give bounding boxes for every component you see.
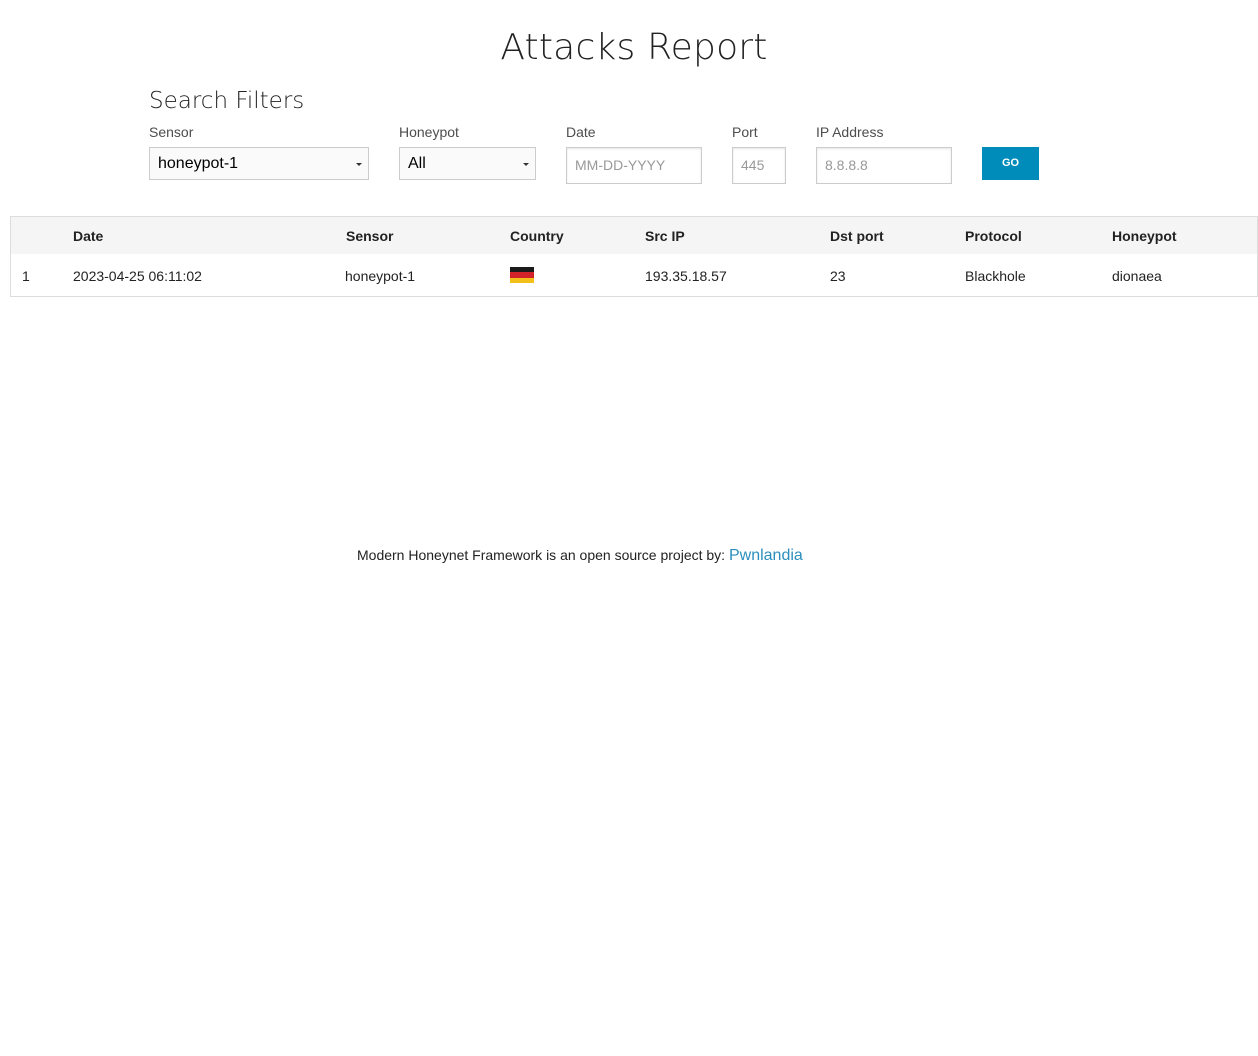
page-title: Attacks Report: [500, 27, 768, 68]
go-button[interactable]: GO: [982, 147, 1039, 180]
search-filters-heading: Search Filters: [149, 88, 305, 114]
honeypot-label: Honeypot: [399, 124, 459, 140]
row-protocol: Blackhole: [965, 268, 1026, 284]
row-sensor: honeypot-1: [345, 268, 416, 284]
sensor-label: Sensor: [149, 124, 194, 140]
sensor-select[interactable]: honeypot-1: [149, 147, 369, 180]
row-index: 1: [22, 268, 30, 284]
attacks-table: Date Sensor Country Src IP Dst port Prot…: [10, 216, 1258, 297]
column-header-honeypot[interactable]: Honeypot: [1112, 228, 1177, 244]
column-header-protocol[interactable]: Protocol: [965, 228, 1022, 244]
port-input[interactable]: 445: [732, 147, 786, 184]
ip-address-label: IP Address: [816, 124, 884, 140]
column-header-sensor[interactable]: Sensor: [346, 228, 393, 244]
chevron-down-icon: [356, 163, 362, 166]
row-dst-port: 23: [830, 268, 846, 284]
chevron-down-icon: [523, 163, 529, 166]
sensor-filter: Sensor honeypot-1: [149, 124, 369, 180]
column-header-date[interactable]: Date: [73, 228, 103, 244]
honeypot-select-value: All: [408, 155, 426, 172]
honeypot-select[interactable]: All: [399, 147, 536, 180]
port-filter: Port 445: [732, 124, 786, 184]
honeypot-filter: Honeypot All: [399, 124, 536, 180]
date-filter: Date MM-DD-YYYY: [566, 124, 702, 184]
row-src-ip: 193.35.18.57: [645, 268, 727, 284]
column-header-src-ip[interactable]: Src IP: [645, 228, 685, 244]
germany-flag-icon: [510, 267, 534, 283]
ip-filter: IP Address 8.8.8.8: [816, 124, 952, 184]
row-date: 2023-04-25 06:11:02: [73, 268, 202, 284]
footer: Modern Honeynet Framework is an open sou…: [357, 545, 803, 566]
date-label: Date: [566, 124, 596, 140]
table-header: Date Sensor Country Src IP Dst port Prot…: [11, 217, 1257, 254]
row-honeypot: dionaea: [1112, 268, 1162, 284]
column-header-dst-port[interactable]: Dst port: [830, 228, 884, 244]
date-input[interactable]: MM-DD-YYYY: [566, 147, 702, 184]
port-label: Port: [732, 124, 758, 140]
pwnlandia-link[interactable]: Pwnlandia: [729, 547, 803, 564]
sensor-select-value: honeypot-1: [158, 155, 239, 172]
footer-text: Modern Honeynet Framework is an open sou…: [357, 547, 726, 563]
column-header-country[interactable]: Country: [510, 228, 564, 244]
ip-address-input[interactable]: 8.8.8.8: [816, 147, 952, 184]
